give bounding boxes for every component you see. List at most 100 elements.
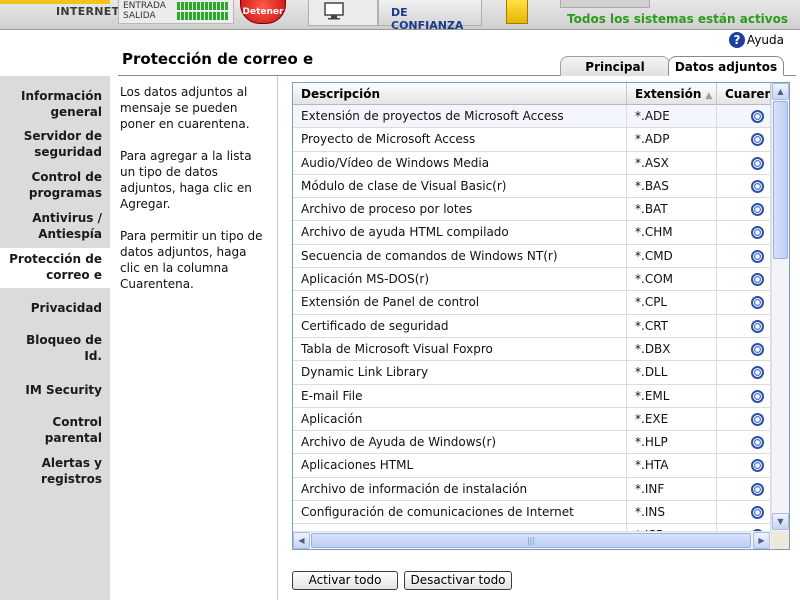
cell-quarantine[interactable] — [717, 221, 771, 244]
quarantine-icon[interactable] — [751, 226, 764, 240]
cell-quarantine[interactable] — [717, 477, 771, 501]
quarantine-icon[interactable] — [751, 296, 764, 310]
table-row[interactable]: Tabla de Microsoft Visual Foxpro *.DBX — [293, 337, 771, 362]
lock-icon[interactable] — [506, 0, 528, 24]
stop-button[interactable]: Detener — [240, 0, 286, 24]
tab-datos-adjuntos[interactable]: Datos adjuntos — [668, 56, 784, 76]
deactivate-all-button[interactable]: Desactivar todo — [404, 571, 512, 590]
scroll-left-icon[interactable]: ◀ — [293, 532, 310, 549]
cell-extension: *.CHM — [627, 221, 717, 244]
description-panel: Los datos adjuntos al mensaje se pueden … — [110, 76, 278, 600]
scroll-right-icon[interactable]: ▶ — [753, 532, 770, 549]
table-row[interactable]: Extensión de proyectos de Microsoft Acce… — [293, 105, 771, 129]
cell-quarantine[interactable] — [717, 407, 771, 431]
quarantine-icon[interactable] — [751, 459, 764, 473]
cell-quarantine[interactable] — [717, 268, 771, 291]
column-header-extension[interactable]: Extensión ▲ — [627, 83, 717, 105]
scroll-up-icon[interactable]: ▲ — [772, 83, 789, 100]
sidebar-item-alertas-registros[interactable]: Alertas y registros — [0, 455, 110, 487]
quarantine-icon[interactable] — [751, 249, 764, 263]
cell-quarantine[interactable] — [717, 501, 771, 524]
sidebar-item-servidor-seguridad[interactable]: Servidor de seguridad — [0, 128, 110, 160]
cell-quarantine[interactable] — [717, 244, 771, 268]
cell-quarantine[interactable] — [717, 151, 771, 174]
cell-quarantine[interactable] — [717, 291, 771, 314]
tab-principal[interactable]: Principal — [560, 56, 670, 76]
table-row[interactable]: Secuencia de comandos de Windows NT(r) *.… — [293, 244, 771, 269]
quarantine-icon[interactable] — [751, 342, 764, 356]
quarantine-icon[interactable] — [751, 412, 764, 426]
quarantine-icon[interactable] — [751, 156, 764, 170]
sidebar-item-privacidad[interactable]: Privacidad — [0, 300, 110, 316]
table-row[interactable]: Módulo de clase de Visual Basic(r) *.BAS — [293, 174, 771, 199]
table-row[interactable]: Archivo de ayuda HTML compilado *.CHM — [293, 221, 771, 245]
table-row[interactable]: Audio/Vídeo de Windows Media *.ASX — [293, 151, 771, 175]
cell-description: Archivo de información de instalación — [293, 477, 627, 501]
table-row[interactable]: Certificado de seguridad *.CRT — [293, 314, 771, 338]
column-header-description[interactable]: Descripción — [293, 83, 627, 105]
sidebar-item-im-security[interactable]: IM Security — [0, 382, 110, 398]
sidebar-item-antivirus[interactable]: Antivirus / Antiespía — [0, 210, 110, 242]
quarantine-icon[interactable] — [751, 179, 764, 193]
cell-quarantine[interactable] — [717, 361, 771, 384]
sidebar-item-control-programas[interactable]: Control de programas — [0, 169, 110, 201]
cell-quarantine[interactable] — [717, 431, 771, 454]
cell-description: Configuración de comunicaciones de Inter… — [293, 501, 627, 524]
table-row[interactable]: E-mail File *.EML — [293, 384, 771, 408]
zone-indicator[interactable]: DE CONFIANZA — [378, 0, 482, 32]
table-row[interactable]: Dynamic Link Library *.DLL — [293, 361, 771, 385]
cell-quarantine[interactable] — [717, 198, 771, 221]
table-row[interactable]: Aplicaciones HTML *.HTA — [293, 454, 771, 478]
cell-description: Certificado de seguridad — [293, 314, 627, 337]
scroll-down-icon[interactable]: ▼ — [772, 513, 789, 530]
quarantine-icon[interactable] — [751, 482, 764, 496]
table-row[interactable]: Archivo de información de instalación *.I… — [293, 477, 771, 502]
table-row[interactable]: Archivo de proceso por lotes *.BAT — [293, 198, 771, 222]
horizontal-scrollbar[interactable]: ◀ ||| ▶ — [293, 531, 771, 549]
sidebar-item-informacion-general[interactable]: Información general — [0, 88, 110, 120]
quarantine-icon[interactable] — [751, 133, 764, 147]
table-row[interactable]: Extensión de Panel de control *.CPL — [293, 291, 771, 315]
sort-ascending-icon: ▲ — [705, 91, 713, 101]
cell-extension: *.CPL — [627, 291, 717, 314]
help-link[interactable]: ? Ayuda — [728, 32, 784, 48]
cell-quarantine[interactable] — [717, 128, 771, 151]
table-row[interactable]: Configuración de comunicaciones de Inter… — [293, 501, 771, 525]
cell-quarantine[interactable] — [717, 384, 771, 407]
table-row[interactable]: Aplicación MS-DOS(r) *.COM — [293, 268, 771, 292]
vertical-scroll-thumb[interactable] — [773, 101, 788, 259]
cell-description: Aplicación — [293, 407, 627, 431]
vertical-scrollbar[interactable]: ▲ ▼ — [771, 83, 789, 531]
cell-quarantine[interactable] — [717, 105, 771, 128]
cell-quarantine[interactable] — [717, 337, 771, 361]
table-body: Extensión de proyectos de Microsoft Acce… — [293, 105, 771, 548]
cell-quarantine[interactable] — [717, 454, 771, 477]
quarantine-icon[interactable] — [751, 506, 764, 520]
table-row[interactable]: Aplicación *.EXE — [293, 407, 771, 432]
table-row[interactable]: Archivo de Ayuda de Windows(r) *.HLP — [293, 431, 771, 455]
cell-extension: *.ADE — [627, 105, 717, 128]
table-row[interactable]: Proyecto de Microsoft Access *.ADP — [293, 128, 771, 152]
sidebar-item-proteccion-correo[interactable]: Protección de correo e — [0, 248, 110, 288]
quarantine-icon[interactable] — [751, 319, 764, 333]
quarantine-icon[interactable] — [751, 203, 764, 217]
cell-extension: *.HLP — [627, 431, 717, 454]
horizontal-scroll-thumb[interactable]: ||| — [311, 533, 751, 548]
column-header-quarantine[interactable]: Cuarentena — [717, 83, 771, 105]
quarantine-icon[interactable] — [751, 273, 764, 287]
sidebar-item-bloqueo-id[interactable]: Bloqueo de Id. — [0, 332, 110, 364]
cell-description: Archivo de Ayuda de Windows(r) — [293, 431, 627, 454]
quarantine-icon[interactable] — [751, 110, 764, 123]
cell-quarantine[interactable] — [717, 174, 771, 198]
cell-description: Proyecto de Microsoft Access — [293, 128, 627, 151]
activate-all-button[interactable]: Activar todo — [292, 571, 398, 590]
quarantine-icon[interactable] — [751, 366, 764, 380]
quarantine-icon[interactable] — [751, 436, 764, 450]
scroll-corner — [771, 531, 789, 549]
quarantine-icon[interactable] — [751, 389, 764, 403]
description-text: Para permitir un tipo de datos adjuntos,… — [120, 229, 263, 291]
cell-description: Secuencia de comandos de Windows NT(r) — [293, 244, 627, 268]
cell-quarantine[interactable] — [717, 314, 771, 337]
sidebar-item-control-parental[interactable]: Control parental — [0, 414, 110, 446]
computer-status[interactable] — [308, 0, 378, 26]
